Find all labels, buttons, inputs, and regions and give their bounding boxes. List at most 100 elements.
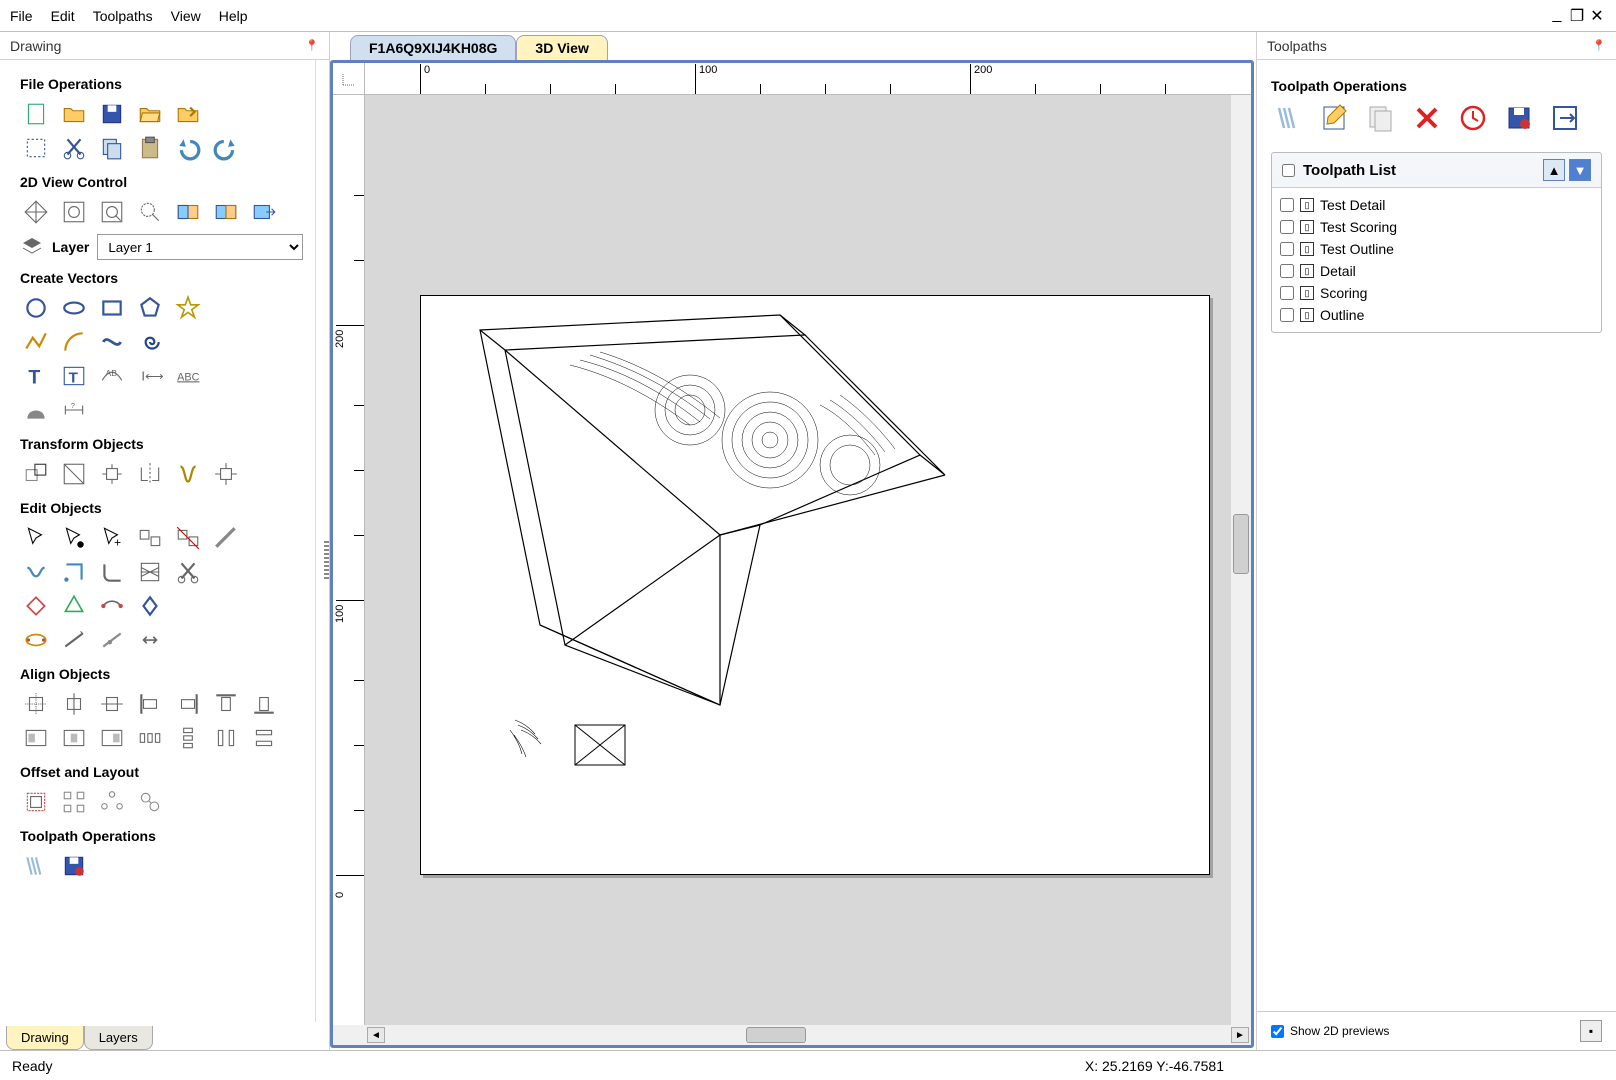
zoom-fit-icon[interactable] [58, 196, 90, 228]
ellipse-tool-icon[interactable] [58, 292, 90, 324]
polygon-tool-icon[interactable] [134, 292, 166, 324]
array-icon[interactable] [58, 786, 90, 818]
distort-icon[interactable] [172, 458, 204, 490]
rotate-icon[interactable] [96, 458, 128, 490]
toolpath-item[interactable]: ▯Test Outline [1280, 238, 1593, 260]
mirror-icon[interactable] [134, 458, 166, 490]
tp-recalc-icon[interactable] [1455, 100, 1491, 136]
new-file-icon[interactable] [20, 98, 52, 130]
arc-tool-icon[interactable] [58, 326, 90, 358]
pin-icon[interactable]: 📍 [1592, 39, 1606, 52]
cut-icon[interactable] [58, 132, 90, 164]
scroll-left-icon[interactable]: ◄ [367, 1027, 385, 1043]
text-outline-icon[interactable]: ABC [172, 360, 204, 392]
space-h-icon[interactable] [134, 722, 166, 754]
offset-icon[interactable] [20, 786, 52, 818]
undo-icon[interactable] [172, 132, 204, 164]
node-edit-icon[interactable] [58, 522, 90, 554]
zoom-window-icon[interactable] [96, 196, 128, 228]
align-left-icon[interactable] [134, 688, 166, 720]
align-center-both-icon[interactable] [20, 688, 52, 720]
horizontal-scrollbar[interactable]: ◄ ► [333, 1025, 1251, 1045]
align-center-icon[interactable] [210, 458, 242, 490]
edit-tool-b-icon[interactable] [58, 590, 90, 622]
view-export-icon[interactable] [248, 196, 280, 228]
toolpath-item-checkbox[interactable] [1280, 220, 1294, 234]
toolpath-item[interactable]: ▯Outline [1280, 304, 1593, 326]
maximize-icon[interactable]: ❐ [1568, 6, 1586, 26]
toolpath-item-checkbox[interactable] [1280, 308, 1294, 322]
show-previews-checkbox[interactable] [1271, 1025, 1284, 1038]
toolpath-save-icon[interactable] [58, 850, 90, 882]
align-inside-center-icon[interactable] [58, 722, 90, 754]
menu-file[interactable]: File [10, 8, 33, 24]
distribute-v-icon[interactable] [248, 722, 280, 754]
text-tool-icon[interactable]: T [20, 360, 52, 392]
import-icon[interactable] [172, 98, 204, 130]
tp-delete-icon[interactable] [1409, 100, 1445, 136]
align-inside-right-icon[interactable] [96, 722, 128, 754]
view-toggle-2-icon[interactable] [210, 196, 242, 228]
redo-icon[interactable] [210, 132, 242, 164]
move-icon[interactable] [20, 458, 52, 490]
rectangle-tool-icon[interactable] [96, 292, 128, 324]
layer-select[interactable]: Layer 1 [97, 234, 303, 260]
select-tool-icon[interactable] [20, 522, 52, 554]
spiral-tool-icon[interactable] [134, 326, 166, 358]
edit-tool-d-icon[interactable] [134, 590, 166, 622]
close-vector-icon[interactable] [58, 556, 90, 588]
hatch-icon[interactable] [134, 556, 166, 588]
save-file-icon[interactable] [96, 98, 128, 130]
open-file-icon[interactable] [58, 98, 90, 130]
paste-icon[interactable] [134, 132, 166, 164]
fillet-icon[interactable] [96, 556, 128, 588]
vertical-scrollbar[interactable] [1231, 95, 1251, 1025]
toolpath-item[interactable]: ▯Test Detail [1280, 194, 1593, 216]
trim-icon[interactable] [172, 556, 204, 588]
close-icon[interactable]: ✕ [1588, 6, 1606, 26]
measure-icon[interactable] [210, 522, 242, 554]
nest-icon[interactable] [134, 786, 166, 818]
tp-edit-icon[interactable] [1317, 100, 1353, 136]
align-v-center-icon[interactable] [96, 688, 128, 720]
toolpath-item-checkbox[interactable] [1280, 264, 1294, 278]
menu-view[interactable]: View [171, 8, 201, 24]
polyline-tool-icon[interactable] [20, 326, 52, 358]
edit-tool-h-icon[interactable] [134, 624, 166, 656]
toolpath-item[interactable]: ▯Detail [1280, 260, 1593, 282]
drawing-canvas[interactable] [365, 95, 1231, 1025]
pan-icon[interactable] [20, 196, 52, 228]
menu-edit[interactable]: Edit [51, 8, 75, 24]
splitter-handle[interactable] [324, 541, 329, 581]
previews-options-button[interactable]: ▪ [1580, 1020, 1602, 1042]
edit-tool-f-icon[interactable] [58, 624, 90, 656]
menu-toolpaths[interactable]: Toolpaths [93, 8, 153, 24]
select-all-icon[interactable] [20, 132, 52, 164]
tab-drawing[interactable]: Drawing [6, 1026, 84, 1050]
tp-profile-icon[interactable] [1271, 100, 1307, 136]
zoom-select-icon[interactable] [134, 196, 166, 228]
align-right-icon[interactable] [172, 688, 204, 720]
move-up-button[interactable]: ▲ [1543, 159, 1565, 181]
align-bottom-icon[interactable] [248, 688, 280, 720]
align-top-icon[interactable] [210, 688, 242, 720]
edit-tool-e-icon[interactable] [20, 624, 52, 656]
space-v-icon[interactable] [172, 722, 204, 754]
edit-tool-a-icon[interactable] [20, 590, 52, 622]
pin-icon[interactable]: 📍 [305, 39, 319, 52]
tp-copy-icon[interactable] [1363, 100, 1399, 136]
text-block-icon[interactable]: T [58, 360, 90, 392]
text-spacing-icon[interactable]: I⟷I [134, 360, 166, 392]
minimize-icon[interactable]: _ [1548, 6, 1566, 26]
view-toggle-1-icon[interactable] [172, 196, 204, 228]
toolpath-item-checkbox[interactable] [1280, 242, 1294, 256]
toolpath-list-checkbox[interactable] [1282, 164, 1295, 177]
trace-icon[interactable] [20, 394, 52, 426]
menu-help[interactable]: Help [219, 8, 248, 24]
toolpath-item-checkbox[interactable] [1280, 286, 1294, 300]
tp-export-icon[interactable] [1547, 100, 1583, 136]
scale-icon[interactable] [58, 458, 90, 490]
circular-array-icon[interactable] [96, 786, 128, 818]
edit-tool-c-icon[interactable] [96, 590, 128, 622]
tab-file-view[interactable]: F1A6Q9XIJ4KH08G [350, 35, 516, 60]
